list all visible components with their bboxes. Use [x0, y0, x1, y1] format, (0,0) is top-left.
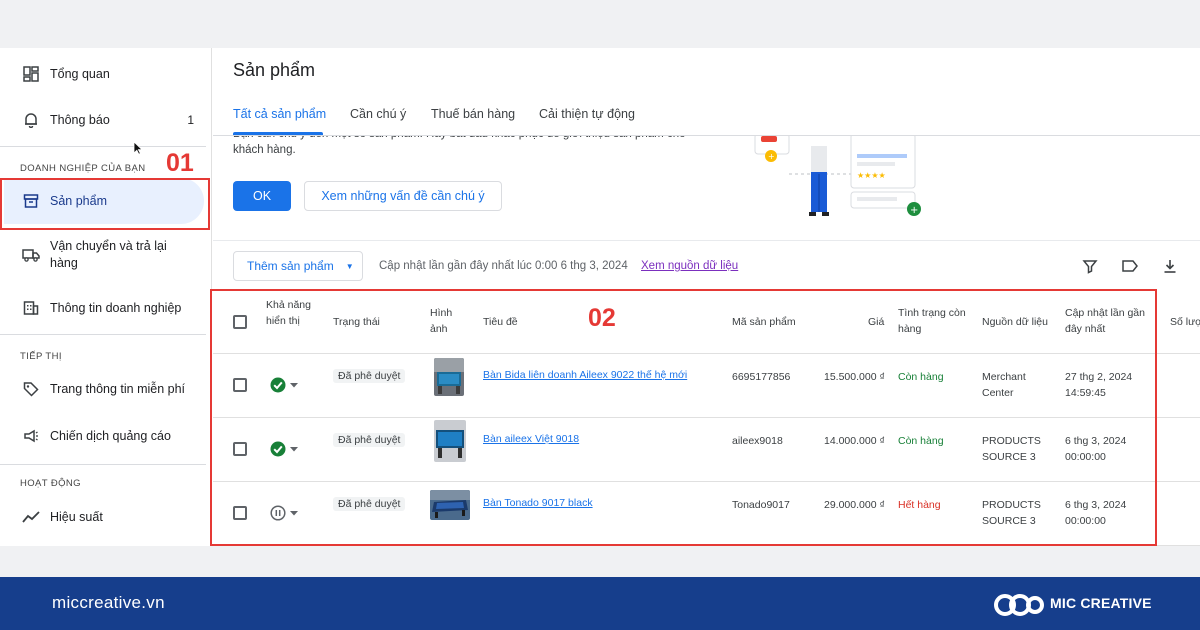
top-strip	[0, 0, 1200, 48]
sidebar-item-label: Thông báo	[50, 112, 110, 127]
trend-icon	[21, 507, 41, 527]
annotation-label-02: 02	[588, 304, 616, 332]
sidebar-item-ad-campaigns[interactable]: Chiến dịch quảng cáo	[0, 426, 212, 446]
footer-bar: miccreative.vn MIC CREATIVE	[0, 577, 1200, 630]
dashboard-icon	[21, 64, 41, 84]
sidebar-item-label: Vận chuyển và trả lại hàng	[50, 239, 167, 270]
download-icon[interactable]	[1159, 255, 1181, 277]
mouse-cursor-icon	[133, 141, 144, 160]
annotation-box-01	[0, 178, 210, 230]
sidebar-item-label: Thông tin doanh nghiệp	[50, 300, 182, 315]
tab-bar: Tất cả sản phẩm Cần chú ý Thuế bán hàng …	[213, 106, 1200, 136]
sidebar-item-label: Hiệu suất	[50, 509, 103, 524]
sidebar-divider	[0, 464, 206, 465]
sidebar-item-notifications[interactable]: Thông báo 1	[0, 110, 212, 130]
tab-sales-tax[interactable]: Thuế bán hàng	[431, 106, 515, 136]
sidebar-item-business-info[interactable]: Thông tin doanh nghiệp	[0, 298, 212, 318]
tag-icon	[21, 379, 41, 399]
megaphone-icon	[21, 426, 41, 446]
truck-icon	[21, 245, 41, 265]
notification-count: 1	[187, 113, 194, 127]
sidebar-item-performance[interactable]: Hiệu suất	[0, 507, 212, 527]
footer-brand-name: MIC CREATIVE	[1050, 595, 1152, 611]
building-icon	[21, 298, 41, 318]
sidebar-section-activity: HOẠT ĐỘNG	[20, 478, 81, 489]
last-updated-text: Cập nhật lần gần đây nhất lúc 0:00 6 thg…	[379, 260, 628, 272]
sidebar-section-business: DOANH NGHIỆP CỦA BẠN	[20, 163, 146, 174]
add-product-button[interactable]: Thêm sản phẩm ▼	[233, 251, 363, 281]
sidebar: Tổng quan Thông báo 1 DOANH NGHIỆP CỦA B…	[0, 48, 212, 546]
tab-active-indicator	[233, 132, 323, 135]
sidebar-divider	[0, 334, 206, 335]
sidebar-section-marketing: TIẾP THỊ	[20, 351, 62, 362]
bell-icon	[21, 110, 41, 130]
sidebar-item-label: Tổng quan	[50, 66, 110, 81]
svg-text:+: +	[910, 205, 918, 216]
tab-needs-attention[interactable]: Cần chú ý	[350, 106, 406, 136]
sidebar-item-label: Trang thông tin miễn phí	[50, 381, 186, 396]
annotation-label-01: 01	[166, 149, 194, 177]
sidebar-item-overview[interactable]: Tổng quan	[0, 64, 212, 84]
sidebar-divider	[0, 146, 206, 147]
label-icon[interactable]	[1119, 255, 1141, 277]
sidebar-item-shipping[interactable]: Vận chuyển và trả lại hàng	[0, 238, 212, 272]
add-product-label: Thêm sản phẩm	[247, 259, 334, 273]
sidebar-item-free-listings[interactable]: Trang thông tin miễn phí	[0, 379, 212, 399]
tab-auto-improvements[interactable]: Cải thiện tự động	[539, 106, 635, 136]
svg-text:★★★★: ★★★★	[857, 171, 886, 180]
ok-button[interactable]: OK	[233, 181, 291, 211]
svg-text:+: +	[768, 152, 775, 161]
filter-icon[interactable]	[1079, 255, 1101, 277]
caret-down-icon: ▼	[345, 261, 354, 271]
view-issues-button[interactable]: Xem những vấn đề cần chú ý	[304, 181, 502, 211]
product-toolbar: Thêm sản phẩm ▼ Cập nhật lần gần đây nhấ…	[213, 240, 1200, 290]
annotation-box-02	[210, 289, 1157, 546]
sidebar-item-label: Chiến dịch quảng cáo	[50, 428, 171, 443]
banner-message: Bạn cần chú ý đến một số sản phẩm. Hãy b…	[233, 136, 686, 156]
footer-website[interactable]: miccreative.vn	[52, 593, 165, 613]
banner-illustration: + ★★★★ +	[754, 136, 921, 216]
page-title: Sản phẩm	[233, 60, 316, 80]
attention-banner: Bạn cần chú ý đến một số sản phẩm. Hãy b…	[213, 136, 1200, 256]
view-data-source-link[interactable]: Xem nguồn dữ liệu	[641, 260, 738, 272]
merchant-center-app: Tổng quan Thông báo 1 DOANH NGHIỆP CỦA B…	[0, 48, 1200, 546]
mic-creative-logo-icon	[994, 594, 1044, 616]
header-quantity[interactable]: Số lượ	[1170, 314, 1200, 330]
